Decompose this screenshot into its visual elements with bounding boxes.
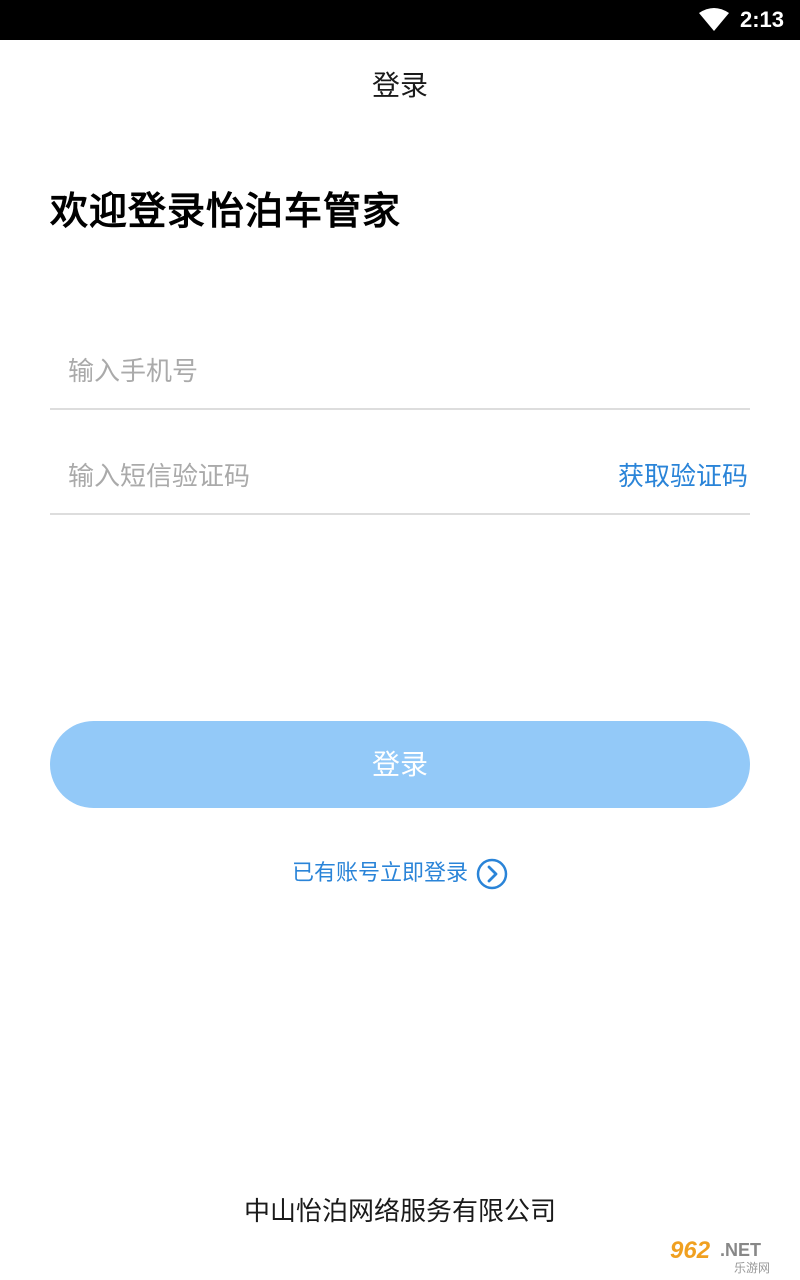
status-bar: 2:13 (0, 0, 800, 40)
chevron-right-circle-icon (476, 858, 508, 890)
phone-field (50, 338, 750, 410)
existing-account-link[interactable]: 已有账号立即登录 (0, 854, 800, 894)
login-screen: 2:13 登录 欢迎登录怡泊车管家 获取验证码 登录 已有账号立即登录 中山怡泊… (0, 0, 800, 1280)
svg-text:乐游网: 乐游网 (734, 1261, 770, 1275)
svg-text:962: 962 (670, 1237, 711, 1264)
page-title: 登录 (371, 69, 428, 102)
get-code-button[interactable]: 获取验证码 (618, 457, 748, 497)
phone-input[interactable] (68, 352, 568, 392)
wifi-icon (699, 8, 729, 31)
sms-code-input[interactable] (68, 457, 568, 497)
status-time: 2:13 (740, 7, 785, 32)
svg-text:.NET: .NET (720, 1240, 761, 1260)
sms-code-field: 获取验证码 (50, 443, 750, 515)
existing-account-label: 已有账号立即登录 (291, 861, 468, 886)
company-footer: 中山怡泊网络服务有限公司 (243, 1197, 556, 1227)
welcome-heading: 欢迎登录怡泊车管家 (50, 189, 402, 233)
site-watermark-logo: 962 .NET 乐游网 (664, 1234, 796, 1275)
login-button[interactable]: 登录 (50, 721, 750, 808)
